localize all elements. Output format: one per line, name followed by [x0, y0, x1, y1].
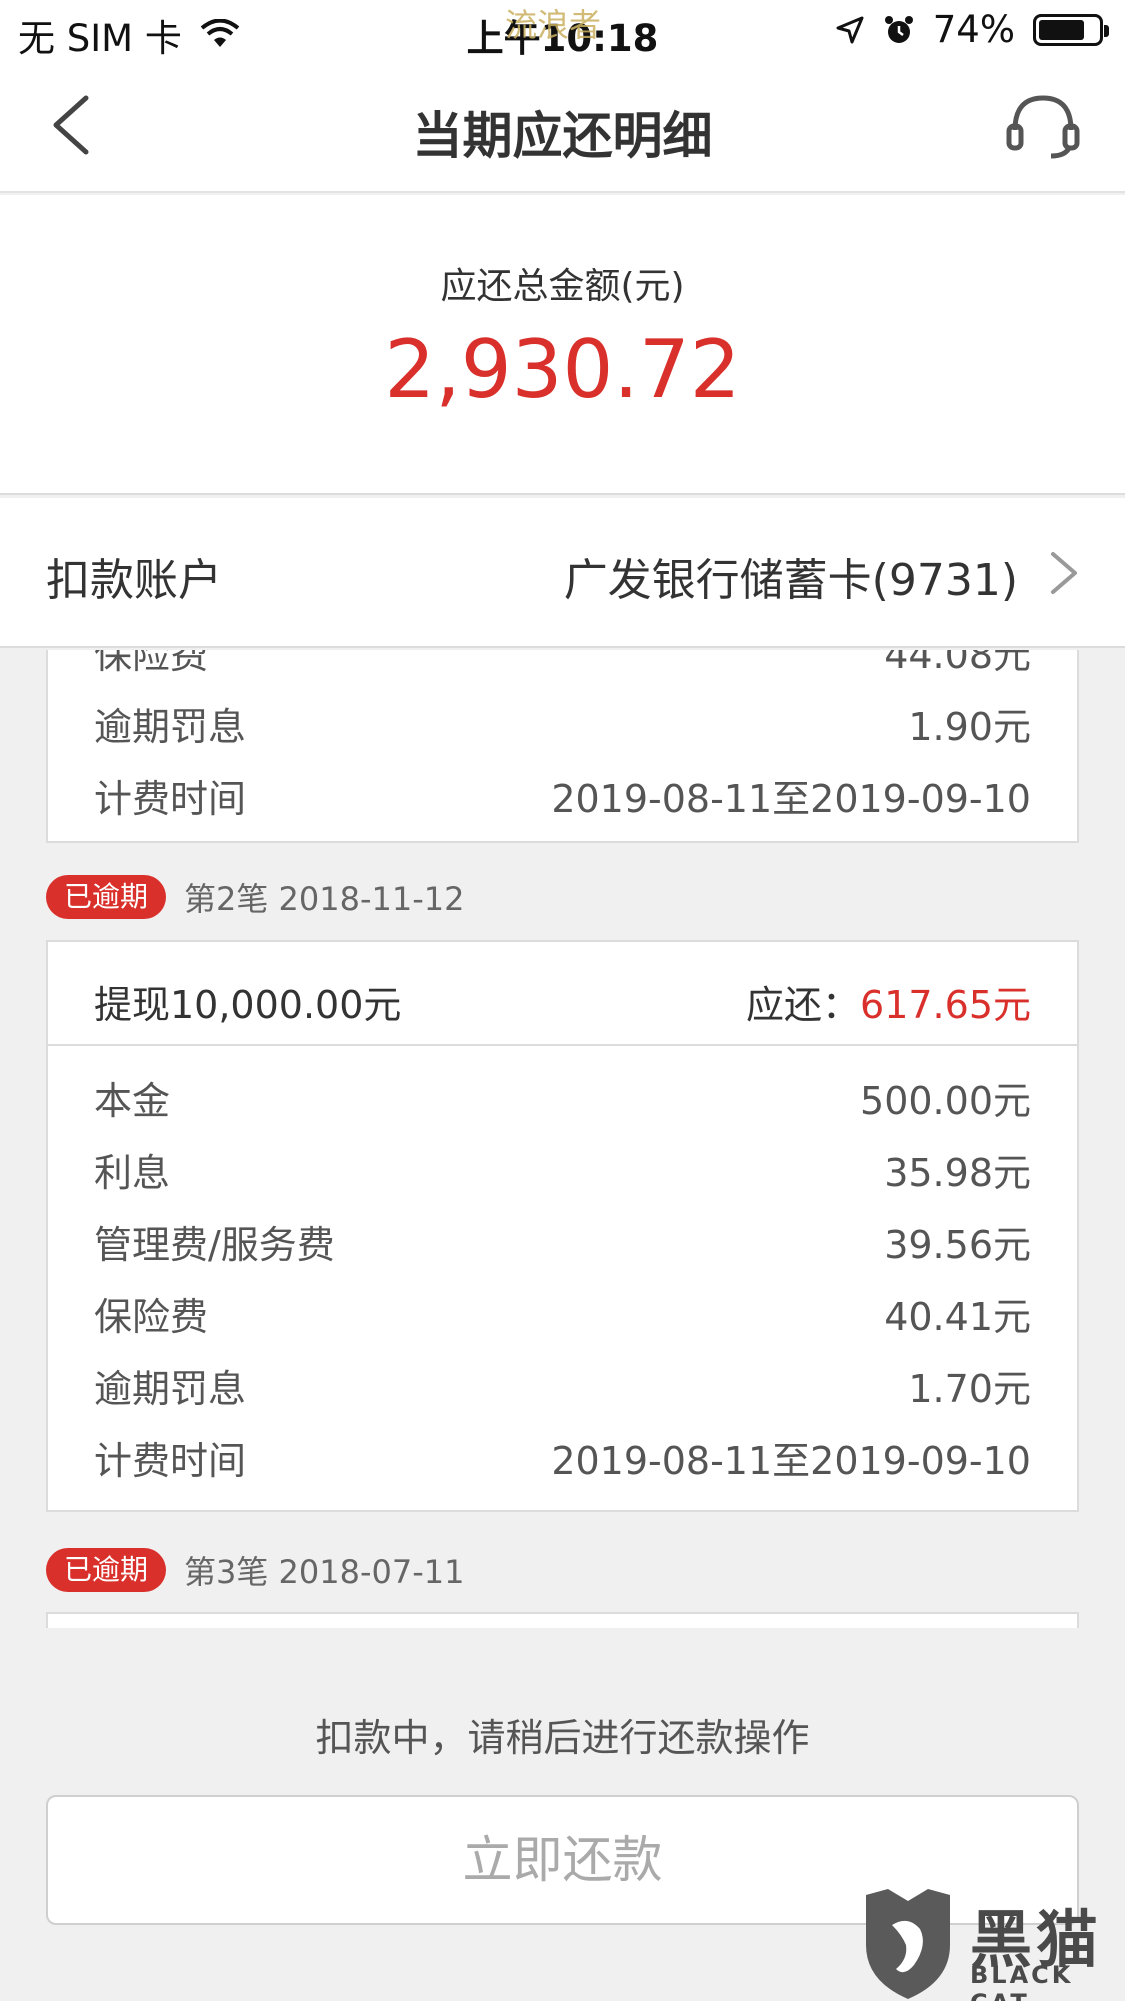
loan-card-2: 提现10,000.00元 应还：617.65元 本金 500.00元 利息 35… — [46, 940, 1079, 1512]
loan-title: 第3笔 2018-07-11 — [184, 1553, 465, 1591]
page-title: 当期应还明细 — [412, 107, 713, 165]
detail-value: 500.00元 — [860, 1079, 1031, 1123]
detail-row: 保险费 44.08元 — [48, 650, 1077, 684]
loan-card-1: 保险费 44.08元 逾期罚息 1.90元 计费时间 2019-08-11至20… — [46, 650, 1079, 843]
amount-due-label: 应还： — [746, 983, 861, 1027]
loan-card-3 — [46, 1612, 1079, 1628]
detail-label: 利息 — [94, 1151, 171, 1195]
detail-value: 40.41元 — [884, 1295, 1031, 1339]
detail-label: 计费时间 — [94, 777, 247, 821]
detail-row: 本金 500.00元 — [48, 1058, 1077, 1130]
detail-label: 逾期罚息 — [94, 705, 247, 749]
detail-row: 逾期罚息 1.90元 — [48, 684, 1077, 756]
deduction-account-label: 扣款账户 — [46, 555, 222, 606]
chevron-right-icon — [1051, 552, 1077, 594]
total-amount-section: 应还总金额(元) 2,930.72 — [0, 195, 1125, 495]
detail-label: 计费时间 — [94, 1439, 247, 1483]
amount-due: 应还：617.65元 — [746, 974, 1031, 1029]
top-watermark-text: 流浪者 — [505, 6, 602, 44]
deduction-account-value: 广发银行储蓄卡(9731) — [563, 555, 1018, 606]
cash-withdrawal-amount: 提现10,000.00元 — [94, 983, 402, 1027]
detail-value: 39.56元 — [884, 1223, 1031, 1267]
black-cat-logo-icon — [866, 1889, 950, 1999]
watermark-subtext: BLACK CAT — [970, 1961, 1074, 2001]
deduction-in-progress-note: 扣款中，请稍后进行还款操作 — [315, 1716, 810, 1760]
loan-card-header: 提现10,000.00元 应还：617.65元 — [48, 942, 1077, 1046]
detail-label: 保险费 — [94, 1295, 209, 1339]
location-arrow-icon — [836, 16, 864, 43]
loan-title: 第2笔 2018-11-12 — [184, 880, 465, 918]
status-bar: 无 SIM 卡 上午10:18 流浪者 74% — [0, 0, 1125, 60]
status-right: 74% — [835, 8, 1109, 51]
total-amount-label: 应还总金额(元) — [440, 266, 685, 307]
battery-icon — [1033, 13, 1109, 46]
customer-service-headset-icon[interactable] — [1005, 90, 1081, 160]
loan-3-header: 已逾期 第3笔 2018-07-11 — [46, 1548, 465, 1592]
loan-list-scroll-area[interactable]: 保险费 44.08元 逾期罚息 1.90元 计费时间 2019-08-11至20… — [0, 650, 1125, 1628]
detail-label: 本金 — [94, 1079, 171, 1123]
alarm-clock-icon — [884, 15, 913, 43]
deduction-account-row[interactable]: 扣款账户 广发银行储蓄卡(9731) — [0, 498, 1125, 648]
detail-value: 2019-08-11至2019-09-10 — [551, 1439, 1031, 1483]
overdue-badge: 已逾期 — [46, 1548, 167, 1592]
detail-row: 逾期罚息 1.70元 — [48, 1346, 1077, 1418]
detail-row: 保险费 40.41元 — [48, 1274, 1077, 1346]
detail-label: 保险费 — [94, 650, 209, 677]
battery-percent: 74% — [932, 8, 1015, 51]
detail-value: 44.08元 — [884, 650, 1031, 677]
detail-value: 1.70元 — [908, 1367, 1031, 1411]
loan-2-header: 已逾期 第2笔 2018-11-12 — [46, 875, 465, 919]
detail-label: 逾期罚息 — [94, 1367, 247, 1411]
detail-value: 35.98元 — [884, 1151, 1031, 1195]
detail-row: 计费时间 2019-08-11至2019-09-10 — [48, 1418, 1077, 1490]
detail-row: 管理费/服务费 39.56元 — [48, 1202, 1077, 1274]
overdue-badge: 已逾期 — [46, 875, 167, 919]
detail-value: 2019-08-11至2019-09-10 — [551, 777, 1031, 821]
detail-value: 1.90元 — [908, 705, 1031, 749]
detail-row: 计费时间 2019-08-11至2019-09-10 — [48, 756, 1077, 828]
detail-label: 管理费/服务费 — [94, 1223, 335, 1267]
detail-row: 利息 35.98元 — [48, 1130, 1077, 1202]
total-amount-value: 2,930.72 — [384, 323, 741, 416]
watermark: 黑猫 BLACK CAT — [852, 1885, 1125, 2001]
amount-due-value: 617.65元 — [860, 983, 1031, 1027]
navigation-bar: 当期应还明细 — [0, 60, 1125, 193]
